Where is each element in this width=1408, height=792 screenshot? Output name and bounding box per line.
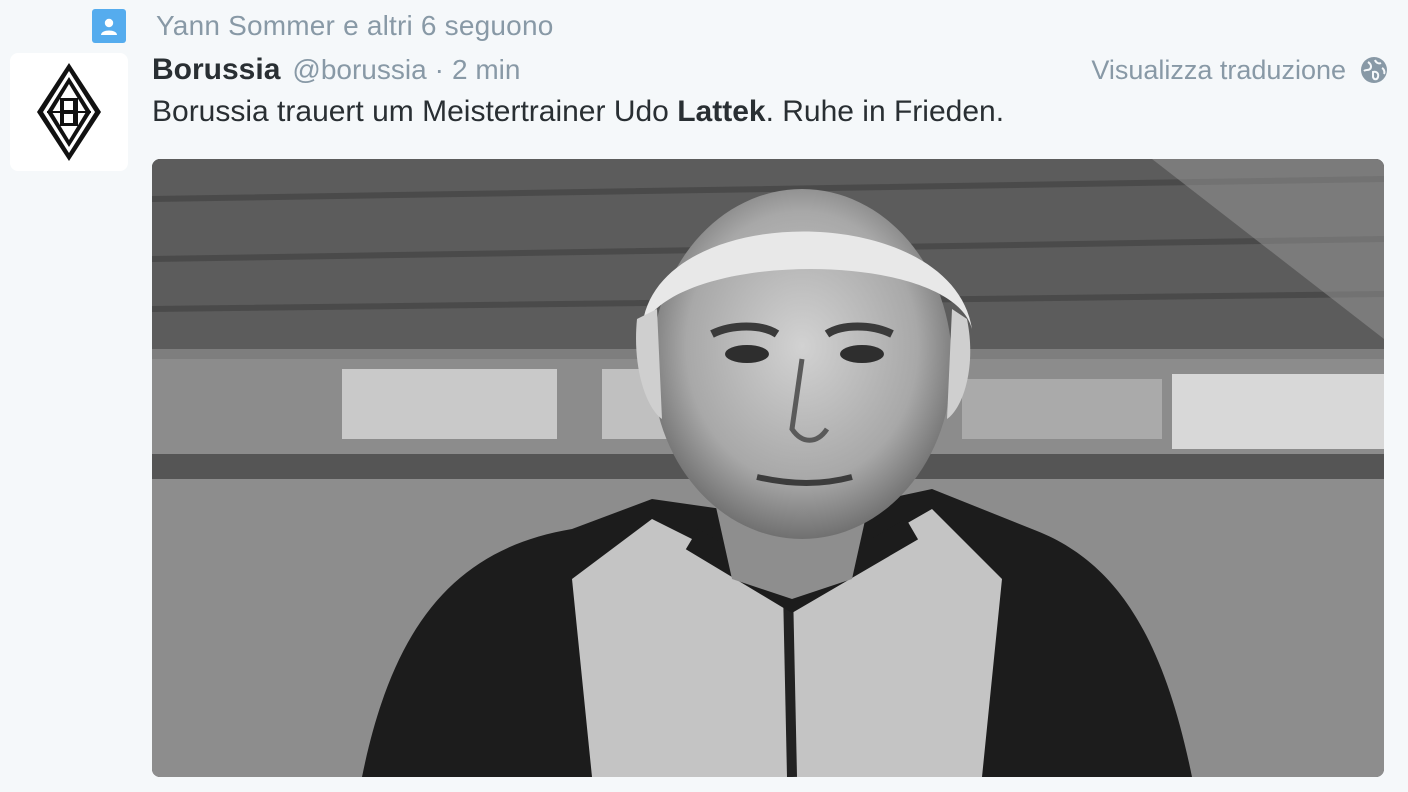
tweet-text-end: . Ruhe in Frieden.: [765, 95, 1005, 128]
borussia-logo-icon: [37, 63, 101, 161]
globe-icon: [1361, 57, 1387, 83]
separator: ·: [434, 54, 444, 85]
person-icon: [92, 9, 126, 43]
tweet-header: Borussia @borussia · 2 min Visualizza tr…: [152, 50, 1388, 90]
avatar[interactable]: [10, 53, 128, 171]
translate-link[interactable]: Visualizza traduzione: [1091, 55, 1388, 86]
timestamp[interactable]: 2 min: [452, 54, 520, 86]
social-context-text[interactable]: Yann Sommer e altri 6 seguono: [156, 10, 554, 42]
tweet-text: Borussia trauert um Meistertrainer Udo L…: [152, 92, 1388, 132]
social-context: Yann Sommer e altri 6 seguono: [92, 6, 554, 46]
tweet-text-bold: Lattek: [677, 95, 766, 128]
tweet-text-start: Borussia trauert um Meistertrainer Udo: [152, 95, 678, 128]
translate-label[interactable]: Visualizza traduzione: [1091, 55, 1346, 86]
user-handle[interactable]: @borussia: [292, 54, 426, 86]
tweet-photo[interactable]: [152, 159, 1384, 777]
photo-image: [152, 159, 1384, 777]
display-name[interactable]: Borussia: [152, 53, 280, 87]
